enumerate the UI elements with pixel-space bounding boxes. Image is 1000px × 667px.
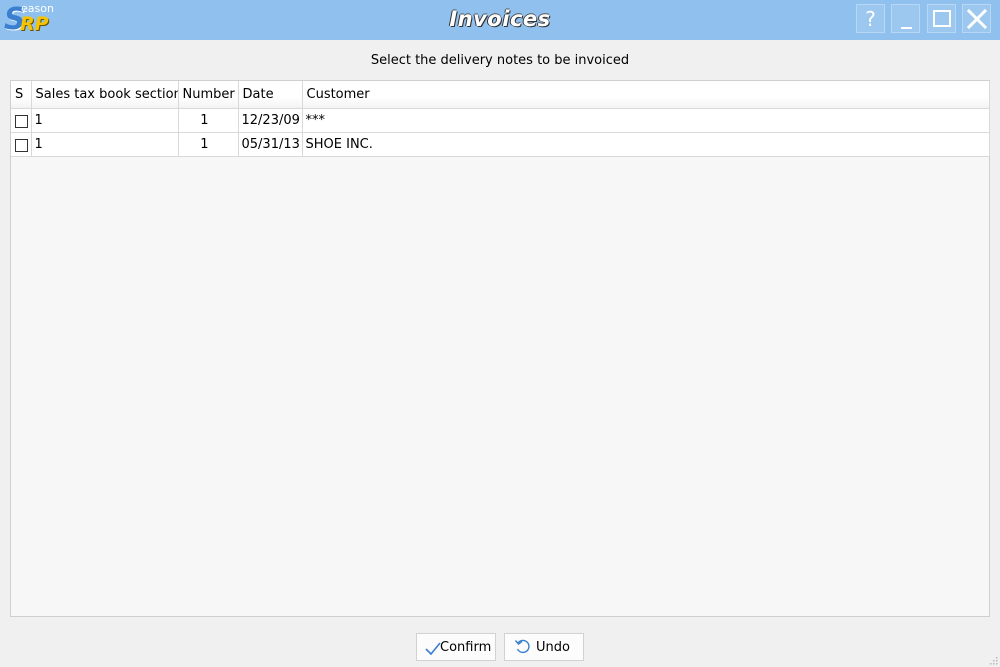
confirm-label: Confirm [440,640,492,655]
section-cell: 1 [31,108,179,133]
title-bar: S eason RP Invoices ? [0,0,1000,40]
customer-cell: *** [302,108,990,133]
row-checkbox[interactable] [15,114,28,128]
table-row[interactable]: 1 1 05/31/13 SHOE INC. [11,132,990,157]
column-header-select[interactable]: S [11,81,32,109]
close-icon [966,8,988,30]
table-row[interactable]: 1 1 12/23/09 *** [11,108,990,133]
delivery-notes-table: S Sales tax book section Number Date Cus… [11,81,990,157]
number-cell: 1 [178,132,239,157]
undo-button[interactable]: Undo [504,633,584,661]
minimize-button[interactable] [891,4,920,33]
delivery-notes-grid[interactable]: S Sales tax book section Number Date Cus… [10,80,990,617]
help-icon: ? [865,7,876,31]
row-checkbox[interactable] [15,138,28,152]
select-cell[interactable] [11,132,32,157]
undo-label: Undo [536,640,570,655]
close-button[interactable] [962,4,991,33]
column-header-customer[interactable]: Customer [302,81,990,109]
customer-cell: SHOE INC. [302,132,990,157]
maximize-button[interactable] [927,4,956,33]
column-header-date[interactable]: Date [238,81,303,109]
minimize-icon [901,27,912,29]
window-title: Invoices [449,7,551,31]
resize-grip-icon[interactable] [988,655,998,665]
section-cell: 1 [31,132,179,157]
number-cell: 1 [178,108,239,133]
undo-icon [514,639,530,654]
column-header-section[interactable]: Sales tax book section [31,81,179,109]
date-cell: 12/23/09 [238,108,303,133]
date-cell: 05/31/13 [238,132,303,157]
checkmark-icon [425,642,441,656]
header-row: S Sales tax book section Number Date Cus… [11,81,990,109]
column-header-number[interactable]: Number [178,81,239,109]
maximize-icon [933,10,951,27]
help-button[interactable]: ? [856,4,885,33]
instruction-text: Select the delivery notes to be invoiced [370,53,630,68]
confirm-button[interactable]: Confirm [416,633,496,661]
select-cell[interactable] [11,108,32,133]
